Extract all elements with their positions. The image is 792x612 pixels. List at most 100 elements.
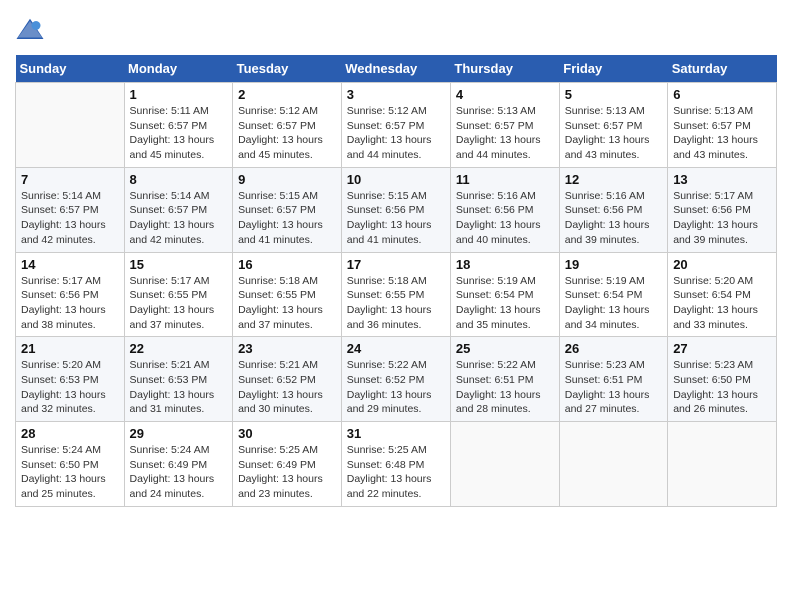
calendar-cell: 6 Sunrise: 5:13 AM Sunset: 6:57 PM Daylig…	[668, 83, 777, 168]
day-info: Sunrise: 5:23 AM Sunset: 6:51 PM Dayligh…	[565, 358, 662, 417]
calendar-cell: 14 Sunrise: 5:17 AM Sunset: 6:56 PM Dayli…	[16, 252, 125, 337]
day-info: Sunrise: 5:17 AM Sunset: 6:56 PM Dayligh…	[21, 274, 119, 333]
calendar-cell: 4 Sunrise: 5:13 AM Sunset: 6:57 PM Daylig…	[450, 83, 559, 168]
calendar-table: SundayMondayTuesdayWednesdayThursdayFrid…	[15, 55, 777, 507]
day-number: 3	[347, 87, 445, 102]
calendar-cell: 17 Sunrise: 5:18 AM Sunset: 6:55 PM Dayli…	[341, 252, 450, 337]
day-info: Sunrise: 5:22 AM Sunset: 6:51 PM Dayligh…	[456, 358, 554, 417]
day-info: Sunrise: 5:16 AM Sunset: 6:56 PM Dayligh…	[456, 189, 554, 248]
day-info: Sunrise: 5:21 AM Sunset: 6:53 PM Dayligh…	[130, 358, 228, 417]
calendar-cell	[559, 422, 667, 507]
calendar-cell: 19 Sunrise: 5:19 AM Sunset: 6:54 PM Dayli…	[559, 252, 667, 337]
day-header-monday: Monday	[124, 55, 233, 83]
day-info: Sunrise: 5:19 AM Sunset: 6:54 PM Dayligh…	[565, 274, 662, 333]
day-number: 10	[347, 172, 445, 187]
day-number: 22	[130, 341, 228, 356]
calendar-cell: 28 Sunrise: 5:24 AM Sunset: 6:50 PM Dayli…	[16, 422, 125, 507]
day-number: 4	[456, 87, 554, 102]
day-info: Sunrise: 5:20 AM Sunset: 6:53 PM Dayligh…	[21, 358, 119, 417]
calendar-cell: 2 Sunrise: 5:12 AM Sunset: 6:57 PM Daylig…	[233, 83, 342, 168]
day-number: 30	[238, 426, 336, 441]
calendar-cell: 21 Sunrise: 5:20 AM Sunset: 6:53 PM Dayli…	[16, 337, 125, 422]
calendar-cell: 20Sunrise: 5:20 AM Sunset: 6:54 PM Dayli…	[668, 252, 777, 337]
day-info: Sunrise: 5:18 AM Sunset: 6:55 PM Dayligh…	[347, 274, 445, 333]
day-number: 16	[238, 257, 336, 272]
day-info: Sunrise: 5:24 AM Sunset: 6:49 PM Dayligh…	[130, 443, 228, 502]
week-row-3: 14 Sunrise: 5:17 AM Sunset: 6:56 PM Dayli…	[16, 252, 777, 337]
day-number: 7	[21, 172, 119, 187]
calendar-cell: 13 Sunrise: 5:17 AM Sunset: 6:56 PM Dayli…	[668, 167, 777, 252]
day-info: Sunrise: 5:25 AM Sunset: 6:49 PM Dayligh…	[238, 443, 336, 502]
day-header-friday: Friday	[559, 55, 667, 83]
day-number: 1	[130, 87, 228, 102]
day-number: 15	[130, 257, 228, 272]
day-number: 23	[238, 341, 336, 356]
day-number: 18	[456, 257, 554, 272]
day-number: 9	[238, 172, 336, 187]
calendar-cell: 24Sunrise: 5:22 AM Sunset: 6:52 PM Dayli…	[341, 337, 450, 422]
calendar-cell: 9 Sunrise: 5:15 AM Sunset: 6:57 PM Daylig…	[233, 167, 342, 252]
day-number: 29	[130, 426, 228, 441]
week-row-1: 1 Sunrise: 5:11 AM Sunset: 6:57 PM Daylig…	[16, 83, 777, 168]
calendar-cell: 26 Sunrise: 5:23 AM Sunset: 6:51 PM Dayli…	[559, 337, 667, 422]
calendar-cell: 16Sunrise: 5:18 AM Sunset: 6:55 PM Dayli…	[233, 252, 342, 337]
day-number: 25	[456, 341, 554, 356]
calendar-cell	[16, 83, 125, 168]
day-number: 17	[347, 257, 445, 272]
calendar-cell: 22 Sunrise: 5:21 AM Sunset: 6:53 PM Dayli…	[124, 337, 233, 422]
calendar-cell: 31Sunrise: 5:25 AM Sunset: 6:48 PM Dayli…	[341, 422, 450, 507]
calendar-cell: 30 Sunrise: 5:25 AM Sunset: 6:49 PM Dayli…	[233, 422, 342, 507]
day-header-sunday: Sunday	[16, 55, 125, 83]
day-info: Sunrise: 5:14 AM Sunset: 6:57 PM Dayligh…	[130, 189, 228, 248]
day-info: Sunrise: 5:16 AM Sunset: 6:56 PM Dayligh…	[565, 189, 662, 248]
day-header-wednesday: Wednesday	[341, 55, 450, 83]
day-number: 14	[21, 257, 119, 272]
day-number: 6	[673, 87, 771, 102]
day-info: Sunrise: 5:11 AM Sunset: 6:57 PM Dayligh…	[130, 104, 228, 163]
day-number: 11	[456, 172, 554, 187]
week-row-5: 28 Sunrise: 5:24 AM Sunset: 6:50 PM Dayli…	[16, 422, 777, 507]
calendar-cell: 27 Sunrise: 5:23 AM Sunset: 6:50 PM Dayli…	[668, 337, 777, 422]
day-info: Sunrise: 5:13 AM Sunset: 6:57 PM Dayligh…	[456, 104, 554, 163]
day-info: Sunrise: 5:24 AM Sunset: 6:50 PM Dayligh…	[21, 443, 119, 502]
calendar-cell	[668, 422, 777, 507]
day-info: Sunrise: 5:17 AM Sunset: 6:56 PM Dayligh…	[673, 189, 771, 248]
day-number: 24	[347, 341, 445, 356]
day-info: Sunrise: 5:15 AM Sunset: 6:56 PM Dayligh…	[347, 189, 445, 248]
calendar-body: 1 Sunrise: 5:11 AM Sunset: 6:57 PM Daylig…	[16, 83, 777, 507]
day-info: Sunrise: 5:13 AM Sunset: 6:57 PM Dayligh…	[565, 104, 662, 163]
calendar-cell	[450, 422, 559, 507]
day-number: 28	[21, 426, 119, 441]
calendar-cell: 18 Sunrise: 5:19 AM Sunset: 6:54 PM Dayli…	[450, 252, 559, 337]
day-number: 20	[673, 257, 771, 272]
calendar-cell: 3Sunrise: 5:12 AM Sunset: 6:57 PM Daylig…	[341, 83, 450, 168]
calendar-cell: 23 Sunrise: 5:21 AM Sunset: 6:52 PM Dayli…	[233, 337, 342, 422]
day-info: Sunrise: 5:21 AM Sunset: 6:52 PM Dayligh…	[238, 358, 336, 417]
day-number: 21	[21, 341, 119, 356]
day-number: 2	[238, 87, 336, 102]
day-number: 31	[347, 426, 445, 441]
page-header	[15, 15, 777, 45]
calendar-cell: 7Sunrise: 5:14 AM Sunset: 6:57 PM Daylig…	[16, 167, 125, 252]
calendar-cell: 5 Sunrise: 5:13 AM Sunset: 6:57 PM Daylig…	[559, 83, 667, 168]
calendar-cell: 29 Sunrise: 5:24 AM Sunset: 6:49 PM Dayli…	[124, 422, 233, 507]
day-number: 26	[565, 341, 662, 356]
day-header-saturday: Saturday	[668, 55, 777, 83]
day-info: Sunrise: 5:23 AM Sunset: 6:50 PM Dayligh…	[673, 358, 771, 417]
day-info: Sunrise: 5:15 AM Sunset: 6:57 PM Dayligh…	[238, 189, 336, 248]
calendar-cell: 8 Sunrise: 5:14 AM Sunset: 6:57 PM Daylig…	[124, 167, 233, 252]
calendar-header: SundayMondayTuesdayWednesdayThursdayFrid…	[16, 55, 777, 83]
day-info: Sunrise: 5:13 AM Sunset: 6:57 PM Dayligh…	[673, 104, 771, 163]
calendar-cell: 10 Sunrise: 5:15 AM Sunset: 6:56 PM Dayli…	[341, 167, 450, 252]
day-header-tuesday: Tuesday	[233, 55, 342, 83]
day-number: 27	[673, 341, 771, 356]
day-number: 19	[565, 257, 662, 272]
day-number: 5	[565, 87, 662, 102]
day-number: 12	[565, 172, 662, 187]
day-number: 13	[673, 172, 771, 187]
day-info: Sunrise: 5:19 AM Sunset: 6:54 PM Dayligh…	[456, 274, 554, 333]
calendar-cell: 1 Sunrise: 5:11 AM Sunset: 6:57 PM Daylig…	[124, 83, 233, 168]
day-info: Sunrise: 5:12 AM Sunset: 6:57 PM Dayligh…	[238, 104, 336, 163]
logo-icon	[15, 15, 45, 45]
day-number: 8	[130, 172, 228, 187]
